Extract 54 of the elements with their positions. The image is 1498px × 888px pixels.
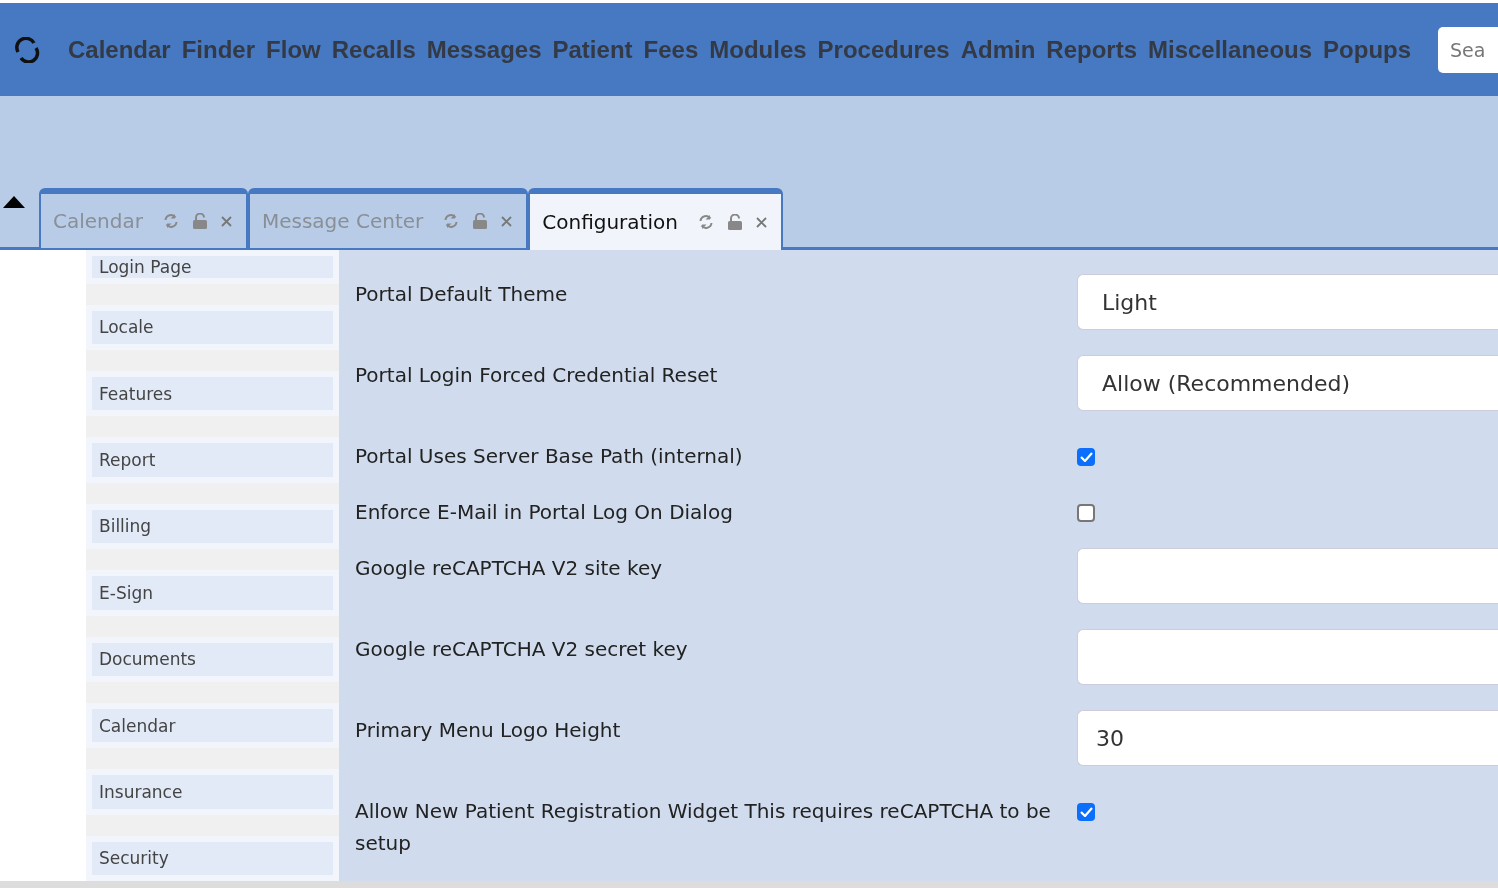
menu-item[interactable]: Miscellaneous [1148, 35, 1313, 64]
setting-label: Portal Uses Server Base Path (internal) [355, 443, 744, 470]
setting-label: Google reCAPTCHA V2 secret key [355, 636, 689, 663]
search-field[interactable]: Sea [1438, 26, 1498, 73]
close-icon[interactable] [755, 216, 767, 228]
sidebar-item[interactable]: E-Sign [86, 570, 339, 616]
select-field[interactable]: Light [1077, 274, 1498, 330]
refresh-icon[interactable] [443, 213, 460, 229]
unlock-icon[interactable] [473, 213, 488, 229]
menu-item[interactable]: Modules [709, 35, 807, 64]
tab[interactable]: Calendar [39, 188, 248, 250]
tab[interactable]: Configuration [528, 188, 783, 250]
menu-item[interactable]: Admin [960, 35, 1036, 64]
menu-item[interactable]: Calendar [68, 35, 171, 64]
setting-label: Google reCAPTCHA V2 site key [355, 555, 664, 582]
menu-item[interactable]: Reports [1046, 35, 1137, 64]
checkbox[interactable] [1077, 448, 1095, 466]
tab[interactable]: Message Center [247, 188, 529, 250]
sidebar-item[interactable]: Login Page [86, 250, 339, 284]
setting-label: Portal Login Forced Credential Reset [355, 362, 719, 389]
refresh-icon[interactable] [162, 213, 179, 229]
menu-item[interactable]: Finder [181, 35, 256, 64]
sidebar-item[interactable]: Features [86, 371, 339, 417]
input-field[interactable] [1077, 548, 1498, 604]
menu-item[interactable]: Flow [266, 35, 321, 64]
unlock-icon[interactable] [727, 214, 742, 230]
input-field[interactable]: 30 [1077, 710, 1498, 766]
setting-label: Allow New Patient Registration Widget This requires reCAPTCHA to be setup [355, 798, 1052, 857]
menu-item[interactable]: Patient [552, 35, 633, 64]
setting-label: Primary Menu Logo Height [355, 717, 622, 744]
input-field[interactable] [1077, 629, 1498, 685]
setting-label: Portal Default Theme [355, 281, 569, 308]
menu-item[interactable]: Procedures [817, 35, 950, 64]
sidebar-item[interactable]: Locale [86, 304, 339, 351]
setting-label: Enforce E-Mail in Portal Log On Dialog [355, 499, 734, 526]
menu-item[interactable]: Messages [426, 35, 542, 64]
sidebar-item[interactable]: Documents [86, 636, 339, 682]
sidebar-item[interactable]: Report [86, 437, 339, 483]
close-icon[interactable] [220, 215, 232, 227]
sidebar-item[interactable]: Security [86, 835, 339, 881]
logo-icon [14, 36, 40, 63]
refresh-icon[interactable] [697, 214, 714, 230]
sidebar-item[interactable]: Billing [86, 503, 339, 550]
checkbox[interactable] [1077, 504, 1095, 522]
menu-item[interactable]: Recalls [331, 35, 416, 64]
sidebar-item[interactable]: Calendar [86, 702, 339, 749]
select-field[interactable]: Allow (Recommended) [1077, 355, 1498, 411]
checkbox[interactable] [1077, 803, 1095, 821]
close-icon[interactable] [501, 215, 513, 227]
menu-item[interactable]: Fees [643, 35, 699, 64]
menu-item[interactable]: Popups [1323, 35, 1412, 64]
collapse-icon[interactable] [3, 195, 25, 209]
unlock-icon[interactable] [192, 213, 207, 229]
sidebar-item[interactable]: Insurance [86, 769, 339, 815]
